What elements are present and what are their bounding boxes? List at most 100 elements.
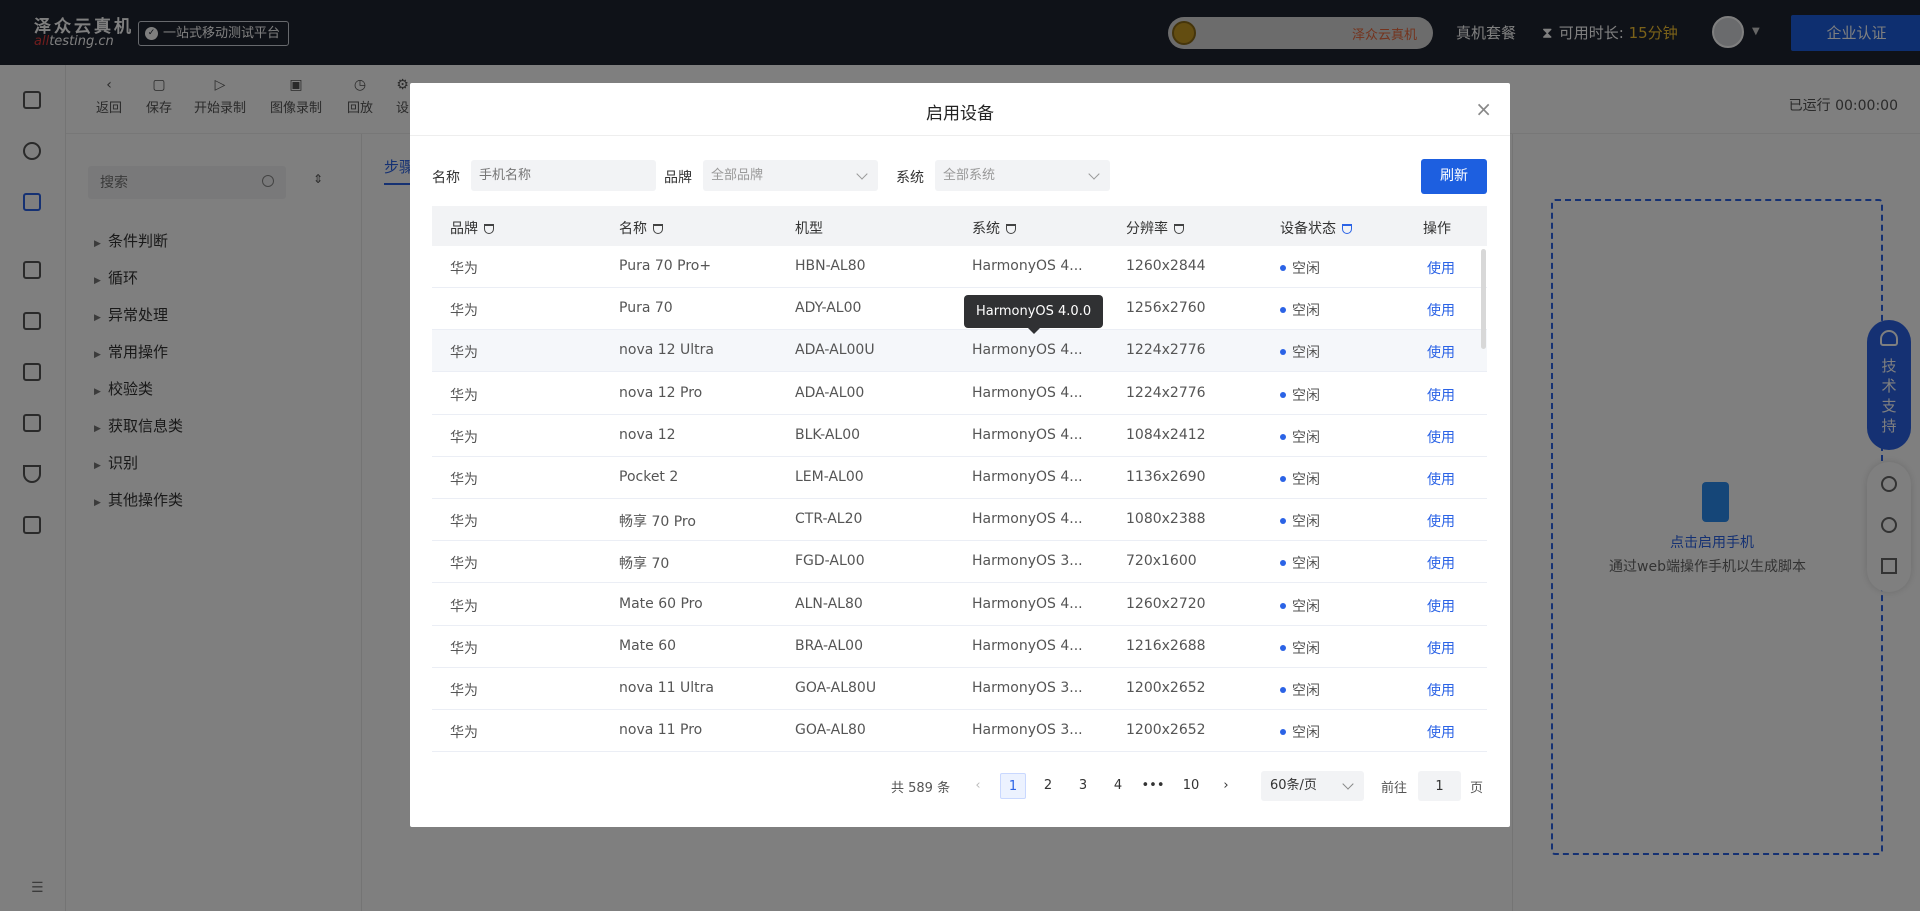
cell-system: HarmonyOS 3... <box>972 553 1083 570</box>
col-name: 名称 <box>619 218 663 238</box>
cell-status: 空闲 <box>1280 342 1320 362</box>
cell-brand: 华为 <box>450 556 478 573</box>
cell-brand: 华为 <box>450 725 478 742</box>
table-row[interactable]: 华为 nova 12 BLK-AL00 HarmonyOS 4... 1084x2412… <box>432 415 1487 457</box>
prev-page-button[interactable]: ‹ <box>965 773 991 799</box>
cell-status: 空闲 <box>1280 300 1320 320</box>
table-row[interactable]: 华为 Pocket 2 LEM-AL00 HarmonyOS 4... 1136x269… <box>432 457 1487 499</box>
cell-model: HBN-AL80 <box>795 258 866 274</box>
use-button[interactable]: 使用 <box>1427 680 1455 700</box>
col-model: 机型 <box>795 221 823 237</box>
cell-brand: 华为 <box>450 429 478 446</box>
cell-brand: 华为 <box>450 598 478 615</box>
table-scrollbar[interactable] <box>1481 249 1486 349</box>
page-button-2[interactable]: 2 <box>1035 773 1061 799</box>
table-header: 品牌 名称 机型 系统 分辨率 设备状态 操作 <box>432 206 1487 246</box>
system-tooltip: HarmonyOS 4.0.0 <box>964 295 1104 334</box>
goto-label: 前往 <box>1381 781 1408 796</box>
cell-name: nova 12 Ultra <box>619 342 714 359</box>
total-count: 共 589 条 <box>891 781 951 796</box>
table-row[interactable]: 华为 畅享 70 FGD-AL00 HarmonyOS 3... 720x1600 空闲 使… <box>432 541 1487 584</box>
cell-name: Mate 60 <box>619 637 677 654</box>
cell-resolution: 1216x2688 <box>1126 637 1206 654</box>
status-dot-icon <box>1280 560 1286 567</box>
use-button[interactable]: 使用 <box>1427 385 1455 405</box>
use-button[interactable]: 使用 <box>1427 342 1455 362</box>
page-button-1[interactable]: 1 <box>1000 773 1026 799</box>
table-row[interactable]: 华为Pura 70ADY-AL00HarmonyOS 4...1256x2760… <box>432 288 1487 331</box>
use-button[interactable]: 使用 <box>1427 596 1455 616</box>
cell-brand: 华为 <box>450 514 478 531</box>
cell-model: BRA-AL00 <box>795 637 863 654</box>
brand-select[interactable]: 全部品牌 <box>703 160 878 191</box>
cell-system: HarmonyOS 4... <box>972 511 1083 528</box>
close-icon[interactable]: × <box>1475 97 1492 121</box>
page-button-4[interactable]: 4 <box>1105 773 1131 799</box>
use-button[interactable]: 使用 <box>1427 258 1455 278</box>
cell-system: HarmonyOS 4... <box>972 469 1083 485</box>
filter-icon[interactable] <box>1006 224 1016 234</box>
cell-resolution: 1200x2652 <box>1126 722 1206 739</box>
col-status: 设备状态 <box>1280 218 1352 238</box>
cell-status: 空闲 <box>1280 722 1320 742</box>
filter-icon[interactable] <box>653 224 663 234</box>
chevron-down-icon <box>1088 168 1100 180</box>
use-button[interactable]: 使用 <box>1427 722 1455 742</box>
refresh-button[interactable]: 刷新 <box>1421 159 1487 194</box>
use-button[interactable]: 使用 <box>1427 300 1455 320</box>
page-button-10[interactable]: 10 <box>1178 773 1204 799</box>
table-row[interactable]: 华为 Mate 60 BRA-AL00 HarmonyOS 4... 1216x2688… <box>432 626 1487 668</box>
cell-resolution: 1224x2776 <box>1126 384 1206 401</box>
table-row[interactable]: 华为 Pura 70 Pro+ HBN-AL80 HarmonyOS 4... 1260… <box>432 246 1487 288</box>
name-filter-input[interactable] <box>471 160 656 191</box>
col-resolution: 分辨率 <box>1126 218 1184 238</box>
status-dot-icon <box>1280 476 1286 482</box>
cell-status: 空闲 <box>1280 553 1320 573</box>
cell-brand: 华为 <box>450 303 478 320</box>
use-button[interactable]: 使用 <box>1427 469 1455 489</box>
use-button[interactable]: 使用 <box>1427 511 1455 531</box>
goto-page-input[interactable] <box>1418 771 1461 801</box>
system-filter-label: 系统 <box>896 170 924 186</box>
system-select[interactable]: 全部系统 <box>935 160 1110 191</box>
page-button-3[interactable]: 3 <box>1070 773 1096 799</box>
table-row[interactable]: 华为 nova 11 Ultra GOA-AL80U HarmonyOS 3... 12… <box>432 668 1487 710</box>
cell-status: 空闲 <box>1280 596 1320 616</box>
page-size-select[interactable]: 60条/页 <box>1261 771 1364 801</box>
use-button[interactable]: 使用 <box>1427 427 1455 447</box>
cell-name: Pocket 2 <box>619 469 679 485</box>
use-button[interactable]: 使用 <box>1427 553 1455 573</box>
cell-resolution: 720x1600 <box>1126 553 1197 570</box>
cell-resolution: 1260x2720 <box>1126 595 1206 612</box>
status-dot-icon <box>1280 433 1286 440</box>
chevron-down-icon <box>856 168 868 180</box>
cell-name: nova 12 Pro <box>619 384 703 401</box>
col-system: 系统 <box>972 218 1016 238</box>
cell-model: FGD-AL00 <box>795 553 865 570</box>
next-page-button[interactable]: › <box>1213 773 1239 799</box>
table-row[interactable]: 华为 nova 12 Ultra ADA-AL00U HarmonyOS 4... 12… <box>432 330 1487 373</box>
cell-brand: 华为 <box>450 387 478 404</box>
col-brand: 品牌 <box>450 218 494 238</box>
filter-icon[interactable] <box>484 224 494 234</box>
table-row[interactable]: 华为 畅享 70 Pro CTR-AL20 HarmonyOS 4... 1080x23… <box>432 499 1487 542</box>
cell-system: HarmonyOS 4... <box>972 258 1083 274</box>
more-pages-icon[interactable]: ••• <box>1140 773 1166 799</box>
cell-system: HarmonyOS 4... <box>972 342 1083 359</box>
table-row[interactable]: 华为 Mate 60 Pro ALN-AL80 HarmonyOS 4... 1260x… <box>432 584 1487 626</box>
cell-resolution: 1260x2844 <box>1126 258 1206 274</box>
cell-status: 空闲 <box>1280 511 1320 531</box>
table-row[interactable]: 华为 nova 12 Pro ADA-AL00 HarmonyOS 4... 1224x… <box>432 373 1487 415</box>
cell-resolution: 1224x2776 <box>1126 342 1206 359</box>
cell-model: GOA-AL80 <box>795 722 866 739</box>
cell-resolution: 1256x2760 <box>1126 300 1206 317</box>
cell-brand: 华为 <box>450 640 478 657</box>
use-button[interactable]: 使用 <box>1427 638 1455 658</box>
filter-icon[interactable] <box>1342 224 1352 234</box>
cell-status: 空闲 <box>1280 469 1320 489</box>
filter-icon[interactable] <box>1174 224 1184 234</box>
cell-model: ADA-AL00U <box>795 342 875 359</box>
table-row[interactable]: 华为 nova 11 Pro GOA-AL80 HarmonyOS 3... 1200x… <box>432 710 1487 753</box>
status-dot-icon <box>1280 307 1286 314</box>
cell-name: Mate 60 Pro <box>619 595 703 612</box>
